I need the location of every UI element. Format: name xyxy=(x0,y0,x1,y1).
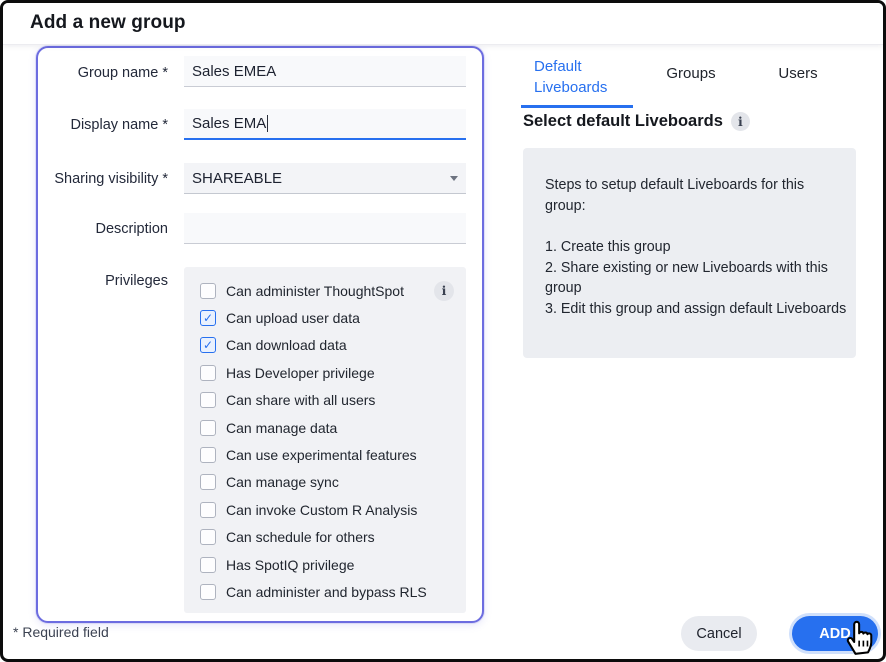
privilege-row: ✓ Can download data xyxy=(200,332,456,359)
checkbox-unchecked[interactable] xyxy=(200,474,216,490)
add-group-dialog: Add a new group Group name * Sales EMEA … xyxy=(0,0,886,662)
privilege-label: Can administer and bypass RLS xyxy=(226,584,427,600)
heading-text: Select default Liveboards xyxy=(523,112,723,131)
tab-default-liveboards[interactable]: Default Liveboards xyxy=(521,52,633,108)
step-item: 1. Create this group xyxy=(545,237,848,258)
required-field-note: * Required field xyxy=(13,624,109,640)
privilege-label: Can manage sync xyxy=(226,474,339,490)
privilege-row: Can administer ThoughtSpot i xyxy=(200,277,456,304)
privilege-row: Can use experimental features xyxy=(200,441,456,468)
tab-users[interactable]: Users xyxy=(765,65,831,82)
checkbox-unchecked[interactable] xyxy=(200,502,216,518)
privilege-label: Can download data xyxy=(226,337,347,353)
cancel-button[interactable]: Cancel xyxy=(681,616,757,651)
privilege-row: Can manage data xyxy=(200,414,456,441)
privilege-row: Has SpotIQ privilege xyxy=(200,551,456,578)
display-name-label: Display name * xyxy=(38,117,168,133)
group-name-input[interactable]: Sales EMEA xyxy=(184,56,466,87)
privilege-label: Can upload user data xyxy=(226,310,360,326)
privilege-label: Has Developer privilege xyxy=(226,365,375,381)
dialog-title: Add a new group xyxy=(30,12,186,34)
dialog-header: Add a new group xyxy=(3,3,883,44)
tab-groups[interactable]: Groups xyxy=(648,65,734,82)
liveboards-steps-box: Steps to setup default Liveboards for th… xyxy=(523,148,856,358)
info-icon[interactable]: i xyxy=(434,281,454,301)
sharing-visibility-select[interactable]: SHAREABLE xyxy=(184,163,466,194)
checkbox-checked[interactable]: ✓ xyxy=(200,310,216,326)
description-input[interactable] xyxy=(184,213,466,244)
checkbox-unchecked[interactable] xyxy=(200,529,216,545)
privileges-list: Can administer ThoughtSpot i ✓ Can upload u… xyxy=(184,267,466,613)
group-name-value: Sales EMEA xyxy=(192,63,276,80)
checkbox-unchecked[interactable] xyxy=(200,420,216,436)
checkbox-unchecked[interactable] xyxy=(200,557,216,573)
steps-list: 1. Create this group 2. Share existing o… xyxy=(545,237,848,319)
privilege-label: Can manage data xyxy=(226,420,337,436)
add-button[interactable]: ADD xyxy=(792,616,878,651)
privilege-row: Can share with all users xyxy=(200,387,456,414)
chevron-down-icon xyxy=(450,176,458,181)
privilege-row: Can schedule for others xyxy=(200,524,456,551)
sharing-visibility-label: Sharing visibility * xyxy=(38,171,168,187)
step-item: 3. Edit this group and assign default Li… xyxy=(545,299,848,320)
privilege-row: Has Developer privilege xyxy=(200,359,456,386)
group-form-panel: Group name * Sales EMEA Display name * S… xyxy=(36,46,484,623)
privilege-row: ✓ Can upload user data xyxy=(200,304,456,331)
sharing-visibility-value: SHAREABLE xyxy=(192,170,282,187)
privilege-label: Can invoke Custom R Analysis xyxy=(226,502,417,518)
step-item: 2. Share existing or new Liveboards with… xyxy=(545,258,848,299)
privilege-label: Can schedule for others xyxy=(226,529,375,545)
steps-intro: Steps to setup default Liveboards for th… xyxy=(545,175,848,216)
privileges-label: Privileges xyxy=(38,273,168,289)
privilege-label: Can administer ThoughtSpot xyxy=(226,283,404,299)
checkbox-checked[interactable]: ✓ xyxy=(200,337,216,353)
text-cursor xyxy=(267,115,268,132)
checkbox-unchecked[interactable] xyxy=(200,584,216,600)
privilege-label: Has SpotIQ privilege xyxy=(226,557,354,573)
privilege-row: Can invoke Custom R Analysis xyxy=(200,496,456,523)
display-name-input[interactable]: Sales EMA xyxy=(184,109,466,140)
privilege-label: Can use experimental features xyxy=(226,447,417,463)
checkbox-unchecked[interactable] xyxy=(200,283,216,299)
privilege-label: Can share with all users xyxy=(226,392,375,408)
group-name-label: Group name * xyxy=(38,65,168,81)
privilege-row: Can manage sync xyxy=(200,469,456,496)
description-label: Description xyxy=(38,221,168,237)
info-icon[interactable]: i xyxy=(731,112,750,131)
display-name-value: Sales EMA xyxy=(192,115,266,132)
checkbox-unchecked[interactable] xyxy=(200,365,216,381)
checkbox-unchecked[interactable] xyxy=(200,447,216,463)
checkbox-unchecked[interactable] xyxy=(200,392,216,408)
privilege-row: Can administer and bypass RLS xyxy=(200,578,456,605)
select-default-liveboards-heading: Select default Liveboards i xyxy=(523,112,750,131)
